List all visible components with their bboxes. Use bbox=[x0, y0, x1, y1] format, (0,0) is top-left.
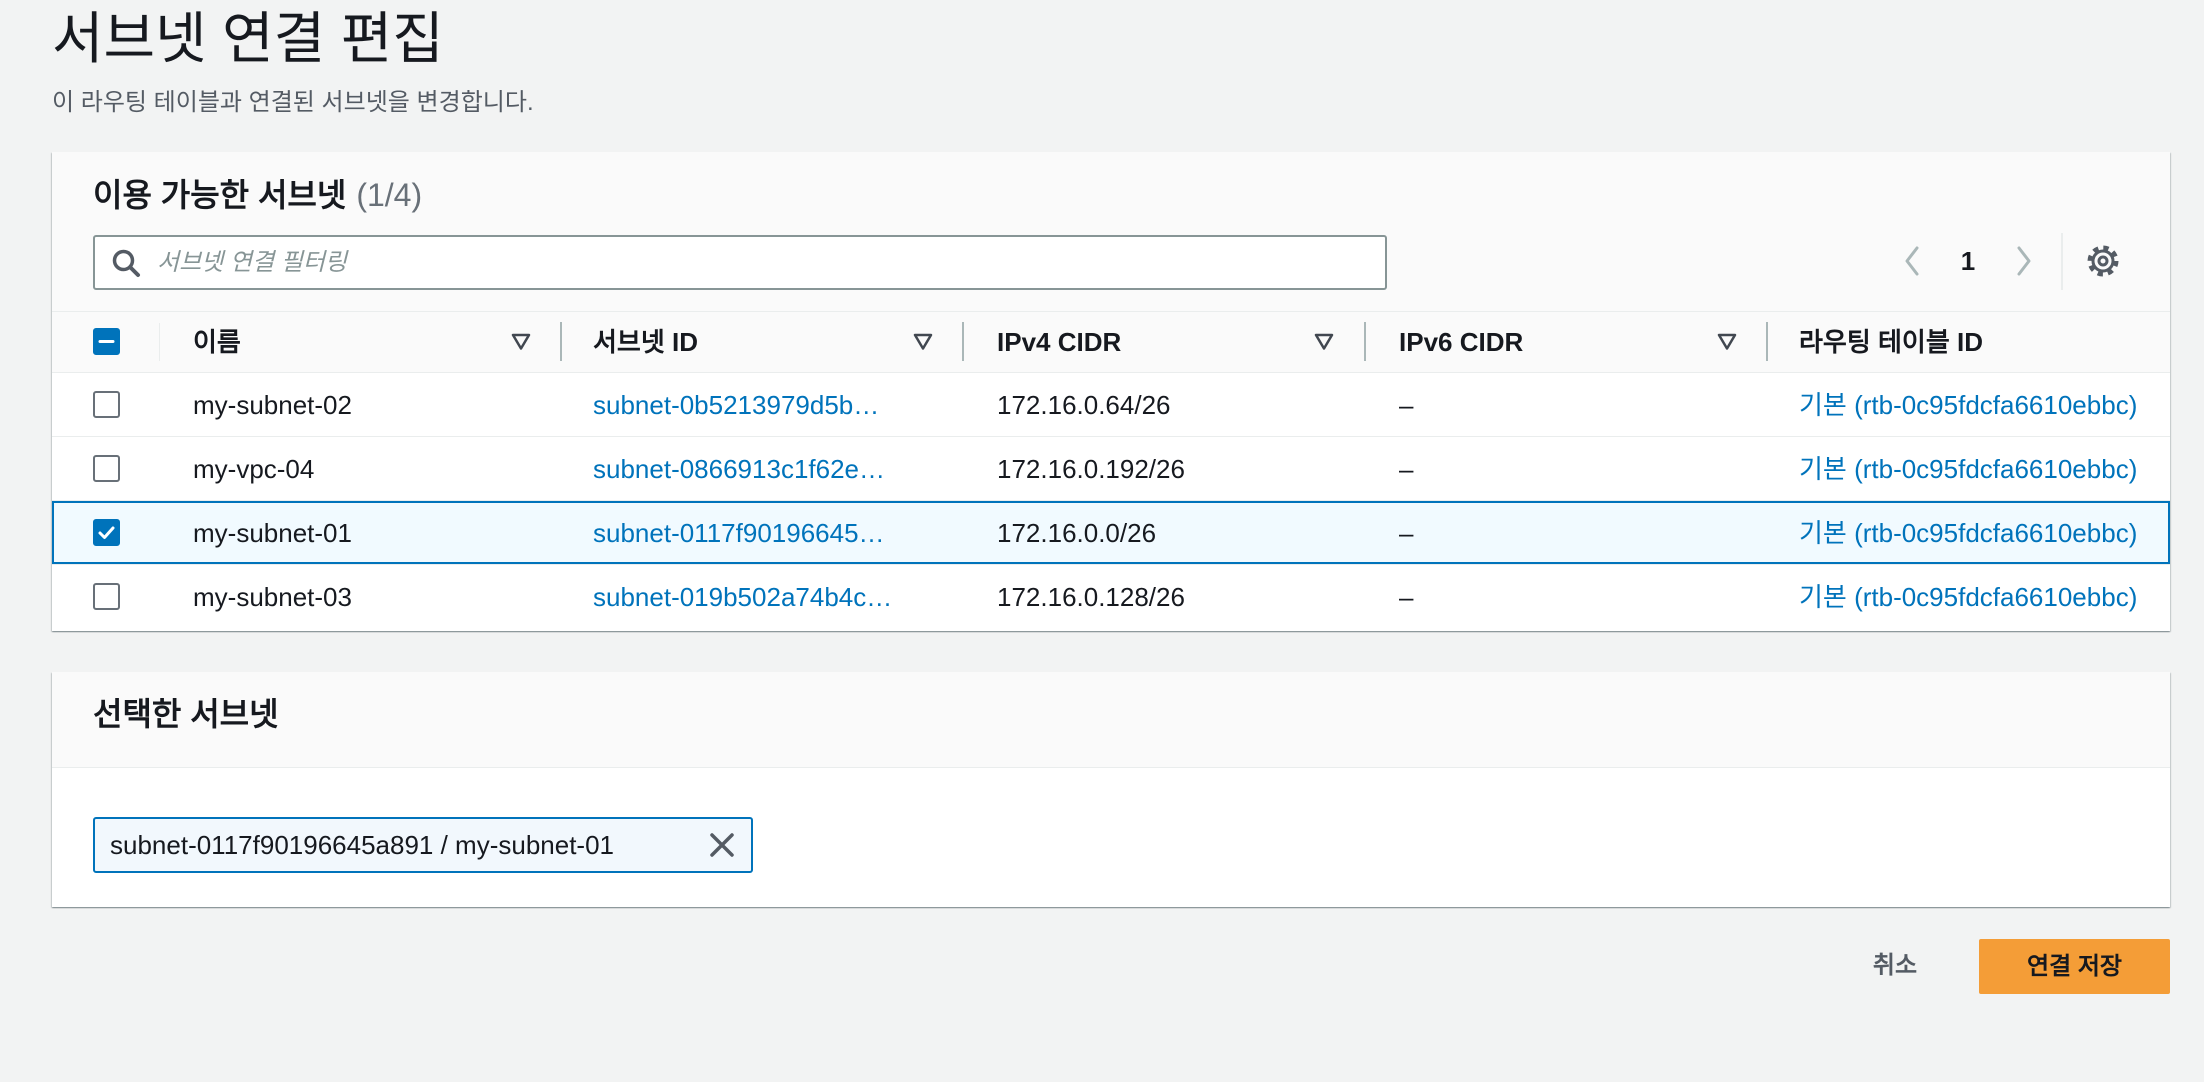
filter-input[interactable] bbox=[157, 237, 1367, 288]
ipv6-cidr: – bbox=[1399, 454, 1414, 484]
column-resize-handle[interactable] bbox=[962, 322, 964, 361]
ipv4-cidr: 172.16.0.128/26 bbox=[997, 582, 1185, 612]
close-icon[interactable] bbox=[708, 831, 736, 859]
chevron-left-icon[interactable] bbox=[1902, 245, 1922, 277]
row-checkbox[interactable] bbox=[93, 391, 120, 418]
select-all-checkbox[interactable] bbox=[93, 328, 120, 355]
subnet-id-link[interactable]: subnet-0117f90196645… bbox=[593, 501, 933, 565]
cancel-button[interactable]: 취소 bbox=[1855, 946, 1935, 986]
route-table-link[interactable]: 기본 (rtb-0c95fdcfa6610ebbc) bbox=[1799, 373, 2137, 437]
selected-subnets-heading: 선택한 서브넷 bbox=[93, 696, 279, 732]
panel-header-background bbox=[52, 672, 2170, 768]
selected-subnet-token: subnet-0117f90196645a891 / my-subnet-01 bbox=[93, 817, 753, 873]
row-checkbox[interactable] bbox=[93, 519, 120, 546]
column-header-subnet-id[interactable]: 서브넷 ID bbox=[593, 312, 698, 372]
column-resize-handle[interactable] bbox=[1766, 322, 1768, 361]
current-page-number[interactable]: 1 bbox=[1953, 243, 1983, 279]
column-divider bbox=[159, 323, 160, 361]
route-table-link[interactable]: 기본 (rtb-0c95fdcfa6610ebbc) bbox=[1799, 501, 2137, 565]
sort-icon[interactable] bbox=[913, 333, 933, 351]
pagination-divider bbox=[2061, 233, 2063, 290]
ipv6-cidr: – bbox=[1399, 390, 1414, 420]
subnet-id-link[interactable]: subnet-0866913c1f62e… bbox=[593, 437, 933, 501]
column-resize-handle[interactable] bbox=[1364, 322, 1366, 361]
filter-search-box[interactable] bbox=[93, 235, 1387, 290]
table-row[interactable]: my-subnet-01 subnet-0117f90196645… 172.1… bbox=[52, 501, 2170, 565]
subnet-id-link[interactable]: subnet-019b502a74b4c… bbox=[593, 565, 933, 629]
gear-icon[interactable] bbox=[2085, 243, 2121, 279]
row-checkbox[interactable] bbox=[93, 455, 120, 482]
subnet-name: my-subnet-03 bbox=[193, 582, 352, 612]
column-header-name[interactable]: 이름 bbox=[193, 312, 241, 372]
table-header-row: 이름 서브넷 ID IPv4 CIDR IPv6 CIDR 라우팅 테이블 ID bbox=[52, 311, 2170, 373]
ipv6-cidr: – bbox=[1399, 518, 1414, 548]
column-header-route-table-id[interactable]: 라우팅 테이블 ID bbox=[1799, 312, 1983, 372]
ipv4-cidr: 172.16.0.64/26 bbox=[997, 390, 1171, 420]
subnet-name: my-subnet-01 bbox=[193, 518, 352, 548]
subnet-name: my-vpc-04 bbox=[193, 454, 315, 484]
route-table-link[interactable]: 기본 (rtb-0c95fdcfa6610ebbc) bbox=[1799, 437, 2137, 501]
available-subnets-title: 이용 가능한 서브넷 bbox=[93, 177, 347, 213]
route-table-link[interactable]: 기본 (rtb-0c95fdcfa6610ebbc) bbox=[1799, 565, 2137, 629]
available-subnets-heading: 이용 가능한 서브넷 (1/4) bbox=[93, 173, 422, 217]
column-resize-handle[interactable] bbox=[560, 322, 562, 361]
selection-count: (1/4) bbox=[356, 177, 423, 213]
ipv4-cidr: 172.16.0.192/26 bbox=[997, 454, 1185, 484]
subnet-name: my-subnet-02 bbox=[193, 390, 352, 420]
search-icon bbox=[112, 249, 140, 277]
column-header-ipv4-cidr[interactable]: IPv4 CIDR bbox=[997, 312, 1121, 372]
row-checkbox[interactable] bbox=[93, 583, 120, 610]
sort-icon[interactable] bbox=[1717, 333, 1737, 351]
column-header-ipv6-cidr[interactable]: IPv6 CIDR bbox=[1399, 312, 1523, 372]
token-label: subnet-0117f90196645a891 / my-subnet-01 bbox=[110, 830, 615, 860]
page-title: 서브넷 연결 편집 bbox=[52, 7, 444, 70]
selected-subnets-panel: 선택한 서브넷 subnet-0117f90196645a891 / my-su… bbox=[52, 672, 2170, 907]
ipv6-cidr: – bbox=[1399, 582, 1414, 612]
ipv4-cidr: 172.16.0.0/26 bbox=[997, 518, 1157, 548]
table-row[interactable]: my-vpc-04 subnet-0866913c1f62e… 172.16.0… bbox=[52, 437, 2170, 501]
save-associations-button[interactable]: 연결 저장 bbox=[1979, 939, 2170, 994]
subnet-id-link[interactable]: subnet-0b5213979d5b… bbox=[593, 373, 933, 437]
table-row[interactable]: my-subnet-02 subnet-0b5213979d5b… 172.16… bbox=[52, 373, 2170, 437]
sort-icon[interactable] bbox=[1314, 333, 1334, 351]
chevron-right-icon[interactable] bbox=[2014, 245, 2034, 277]
available-subnets-panel: 이용 가능한 서브넷(1/4) 1 이름 서브넷 ID IPv4 CIDR IP… bbox=[52, 152, 2170, 631]
sort-icon[interactable] bbox=[511, 333, 531, 351]
page-description: 이 라우팅 테이블과 연결된 서브넷을 변경합니다. bbox=[52, 89, 534, 116]
table-row[interactable]: my-subnet-03 subnet-019b502a74b4c… 172.1… bbox=[52, 565, 2170, 629]
